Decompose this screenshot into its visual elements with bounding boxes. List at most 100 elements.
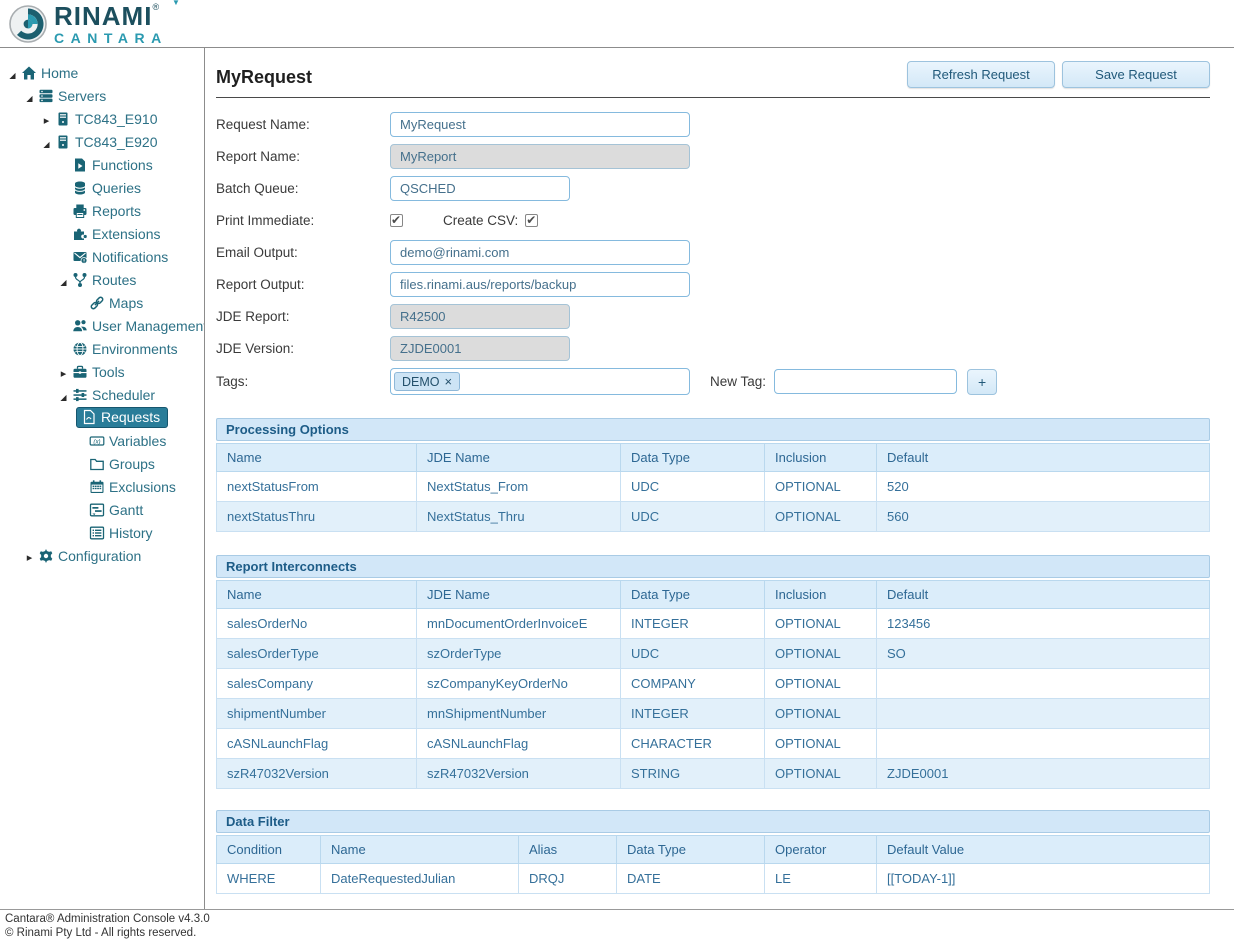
column-header: Name (217, 581, 417, 609)
table-row[interactable]: nextStatusFrom NextStatus_From UDC OPTIO… (217, 472, 1210, 502)
data-filter-table: Condition Name Alias Data Type Operator … (216, 835, 1210, 894)
link-icon (89, 295, 108, 311)
sidebar-item-servers[interactable]: Servers (0, 84, 204, 107)
processing-options-section: Processing Options Name JDE Name Data Ty… (216, 418, 1210, 532)
sidebar-item-routes[interactable]: Routes (0, 268, 204, 291)
cell: cASNLaunchFlag (217, 729, 417, 759)
sidebar-item-history[interactable]: History (0, 521, 204, 544)
server-icon (55, 111, 74, 127)
sidebar-item-configuration[interactable]: Configuration (0, 544, 204, 567)
cell: DateRequestedJulian (321, 864, 519, 894)
column-header: JDE Name (417, 581, 621, 609)
sidebar-item-tc843-e910[interactable]: TC843_E910 (0, 107, 204, 130)
sidebar-item-extensions[interactable]: Extensions (0, 222, 204, 245)
tags-label: Tags: (216, 374, 390, 389)
report-output-field[interactable] (390, 272, 690, 297)
variable-icon: (x) (89, 433, 108, 449)
expander-closed-icon[interactable] (55, 364, 72, 380)
cell: 123456 (877, 609, 1210, 639)
sidebar-item-environments[interactable]: Environments (0, 337, 204, 360)
footer: Cantara® Administration Console v4.3.0 ©… (0, 909, 1234, 946)
table-row[interactable]: cASNLaunchFlag cASNLaunchFlag CHARACTER … (217, 729, 1210, 759)
sidebar-item-requests[interactable]: Requests (0, 406, 204, 429)
column-header: Default (877, 581, 1210, 609)
sidebar-item-queries[interactable]: Queries (0, 176, 204, 199)
table-row[interactable]: salesOrderType szOrderType UDC OPTIONAL … (217, 639, 1210, 669)
cell: UDC (621, 502, 765, 532)
sidebar-item-home[interactable]: Home (0, 61, 204, 84)
column-header: Data Type (621, 444, 765, 472)
expander-open-icon[interactable] (21, 88, 38, 104)
create-csv-checkbox[interactable] (525, 214, 538, 227)
sidebar-item-groups[interactable]: Groups (0, 452, 204, 475)
sidebar-item-label: Home (41, 65, 78, 81)
tags-input[interactable]: DEMO × (390, 368, 690, 395)
rinami-logo-icon (8, 4, 48, 44)
sidebar-item-variables[interactable]: (x) Variables (0, 429, 204, 452)
column-header: Inclusion (765, 444, 877, 472)
cell: OPTIONAL (765, 639, 877, 669)
sidebar-item-reports[interactable]: Reports (0, 199, 204, 222)
sidebar-item-functions[interactable]: Functions (0, 153, 204, 176)
table-row[interactable]: shipmentNumber mnShipmentNumber INTEGER … (217, 699, 1210, 729)
brand-logo: RINAMI® ▼ CANTARA (8, 3, 168, 45)
jde-report-label: JDE Report: (216, 309, 390, 324)
expander-open-icon[interactable] (38, 134, 55, 150)
sidebar-item-scheduler[interactable]: Scheduler (0, 383, 204, 406)
new-tag-field[interactable] (774, 369, 957, 394)
selected-item-badge: Requests (76, 407, 168, 428)
expander-open-icon[interactable] (55, 387, 72, 403)
table-row[interactable]: nextStatusThru NextStatus_Thru UDC OPTIO… (217, 502, 1210, 532)
processing-options-table: Name JDE Name Data Type Inclusion Defaul… (216, 443, 1210, 532)
folder-icon (89, 456, 108, 472)
request-name-field[interactable] (390, 112, 690, 137)
table-row[interactable]: szR47032Version szR47032Version STRING O… (217, 759, 1210, 789)
sidebar-item-tc843-e920[interactable]: TC843_E920 (0, 130, 204, 153)
sidebar-item-tools[interactable]: Tools (0, 360, 204, 383)
users-icon (72, 318, 91, 334)
expander-closed-icon[interactable] (38, 111, 55, 127)
data-filter-title: Data Filter (216, 810, 1210, 833)
cell: cASNLaunchFlag (417, 729, 621, 759)
table-row[interactable]: salesOrderNo mnDocumentOrderInvoiceE INT… (217, 609, 1210, 639)
sidebar-item-label: Servers (58, 88, 106, 104)
sidebar-item-maps[interactable]: Maps (0, 291, 204, 314)
table-header-row: Name JDE Name Data Type Inclusion Defaul… (217, 444, 1210, 472)
refresh-request-button[interactable]: Refresh Request (907, 61, 1055, 88)
sidebar-tree: Home Servers TC843_E910 TC843_E920 Funct… (0, 48, 205, 909)
cell: mnDocumentOrderInvoiceE (417, 609, 621, 639)
cell: OPTIONAL (765, 729, 877, 759)
expander-open-icon[interactable] (4, 65, 21, 81)
add-tag-button[interactable]: + (967, 369, 997, 395)
cell: OPTIONAL (765, 759, 877, 789)
cell: nextStatusFrom (217, 472, 417, 502)
email-output-field[interactable] (390, 240, 690, 265)
sidebar-item-gantt[interactable]: Gantt (0, 498, 204, 521)
routes-icon (72, 272, 91, 288)
file-play-icon (72, 157, 91, 173)
sidebar-item-label: TC843_E920 (75, 134, 158, 150)
expander-open-icon[interactable] (55, 272, 72, 288)
cell: WHERE (217, 864, 321, 894)
expander-closed-icon[interactable] (21, 548, 38, 564)
server-icon (55, 134, 74, 150)
cell: OPTIONAL (765, 472, 877, 502)
column-header: Default (877, 444, 1210, 472)
cell: DATE (617, 864, 765, 894)
save-request-button[interactable]: Save Request (1062, 61, 1210, 88)
column-header: Default Value (877, 836, 1210, 864)
table-row[interactable]: WHERE DateRequestedJulian DRQJ DATE LE [… (217, 864, 1210, 894)
sidebar-item-exclusions[interactable]: Exclusions (0, 475, 204, 498)
sidebar-item-notifications[interactable]: Notifications (0, 245, 204, 268)
remove-tag-icon[interactable]: × (445, 374, 453, 389)
print-immediate-checkbox[interactable] (390, 214, 403, 227)
new-tag-label: New Tag: (710, 374, 766, 389)
batch-queue-field[interactable] (390, 176, 570, 201)
data-filter-section: Data Filter Condition Name Alias Data Ty… (216, 810, 1210, 894)
sidebar-item-user-management[interactable]: User Management (0, 314, 204, 337)
column-header: Name (217, 444, 417, 472)
brand-accent-icon: ▼ (172, 0, 180, 7)
table-row[interactable]: salesCompany szCompanyKeyOrderNo COMPANY… (217, 669, 1210, 699)
cell: 520 (877, 472, 1210, 502)
cell (877, 729, 1210, 759)
